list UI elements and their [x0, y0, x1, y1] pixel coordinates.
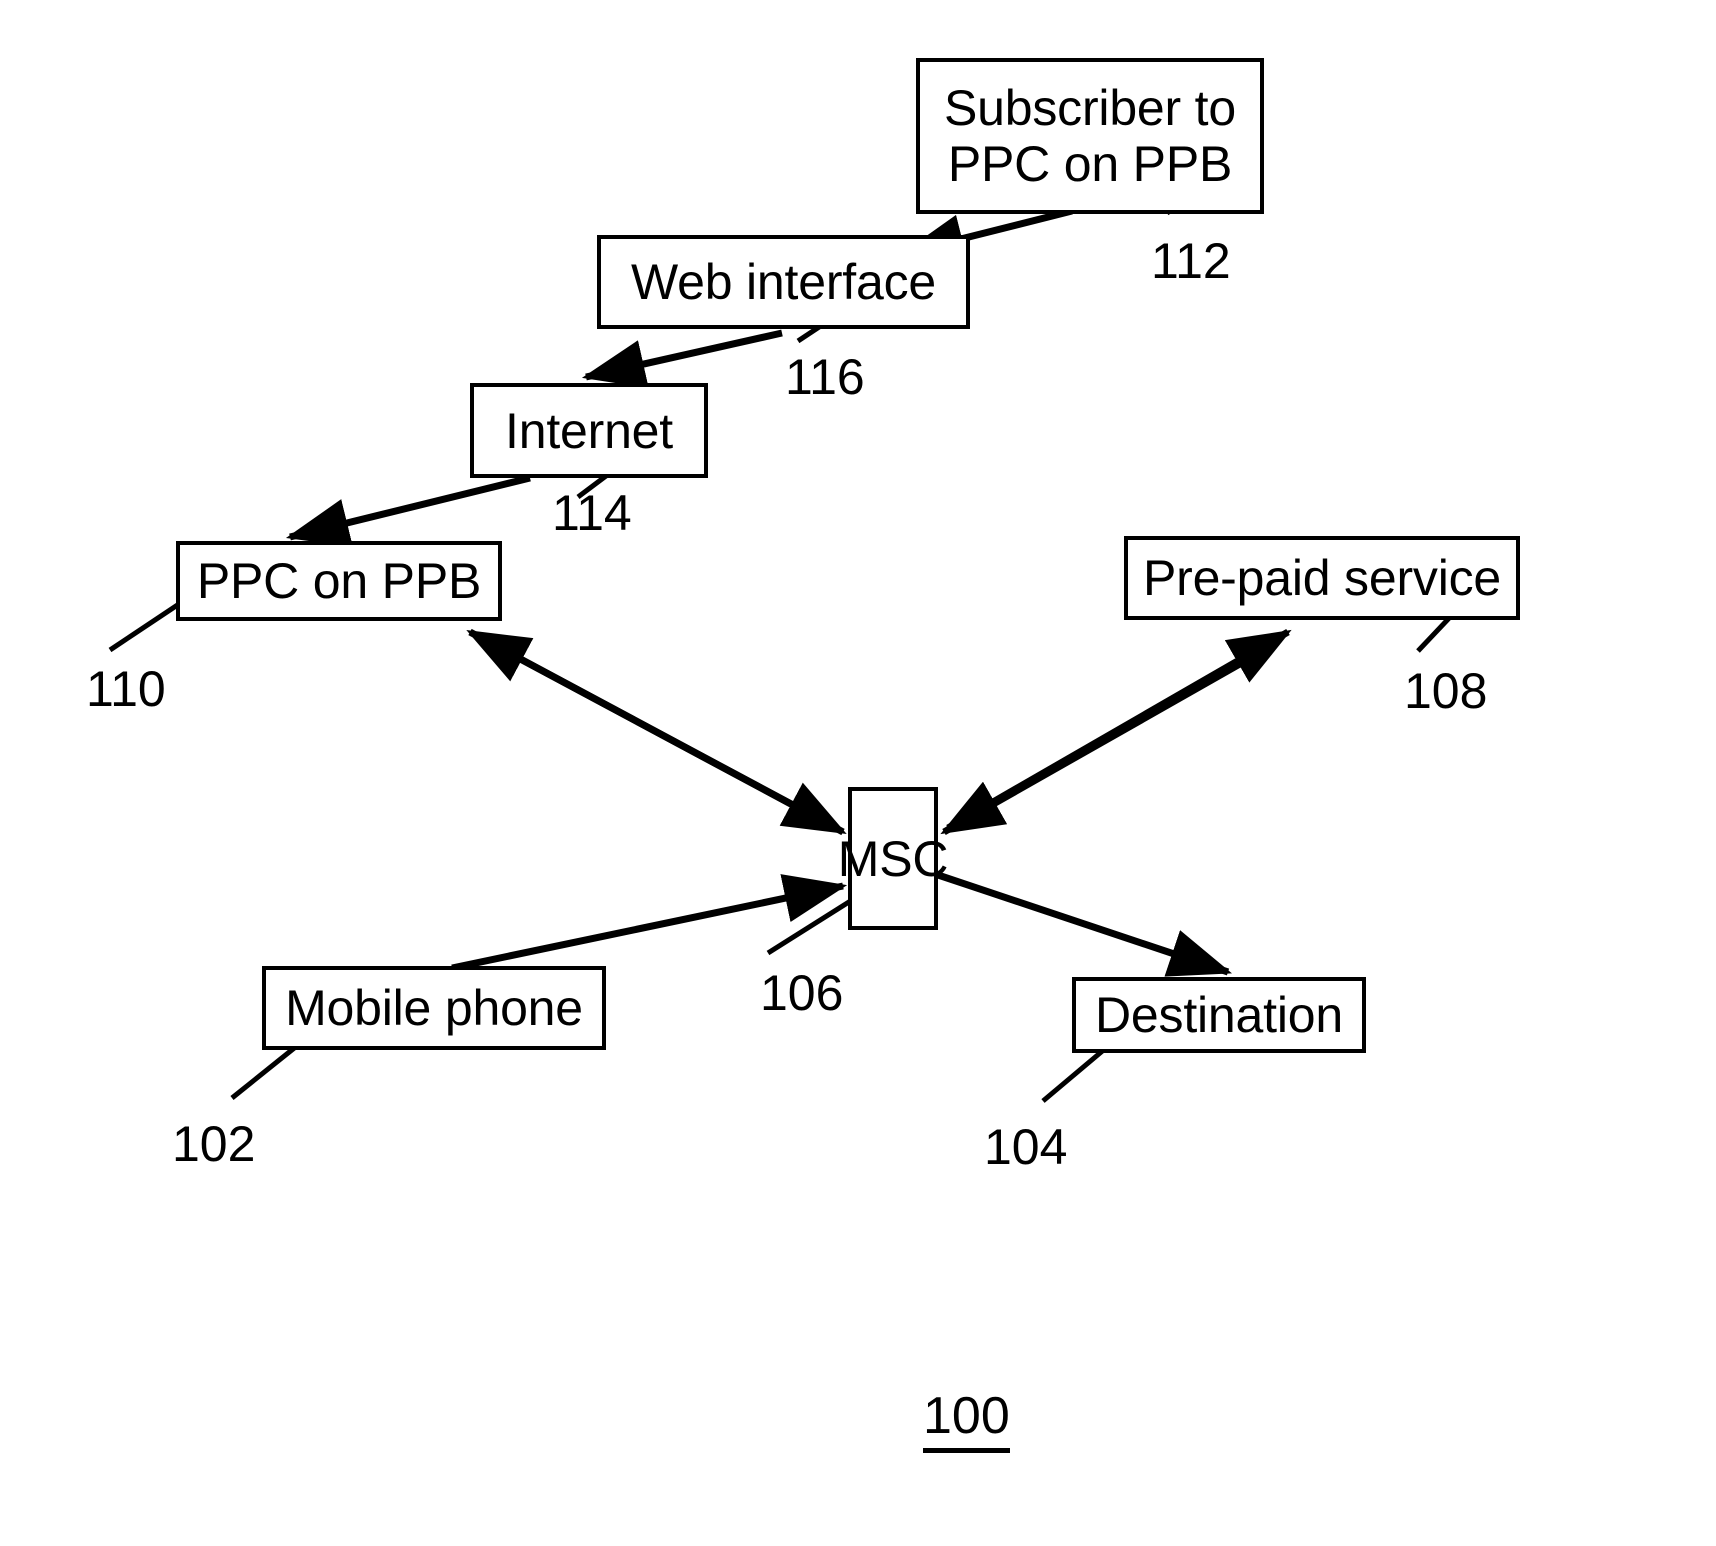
- node-destination[interactable]: Destination: [1072, 977, 1366, 1053]
- node-msc[interactable]: MSC: [838, 787, 948, 930]
- node-ppc-on-ppb[interactable]: PPC on PPB: [176, 541, 502, 621]
- reference-numeral-110: 110: [86, 661, 166, 717]
- edge-msc-to-prepaid: [946, 628, 1292, 832]
- leader-line-106: [766, 892, 862, 956]
- node-ppc-on-ppb-label: PPC on PPB: [196, 553, 482, 609]
- node-mobile-phone-label: Mobile phone: [285, 980, 583, 1036]
- node-destination-label: Destination: [1095, 987, 1343, 1043]
- node-internet-label: Internet: [505, 402, 673, 459]
- node-web-interface-label: Web interface: [631, 254, 936, 310]
- patent-figure: Subscriber to PPC on PPB Web interface I…: [0, 0, 1716, 1546]
- edge-ppc-to-msc: [498, 644, 847, 836]
- node-pre-paid-service-label: Pre-paid service: [1142, 550, 1502, 606]
- node-web-interface[interactable]: Web interface: [597, 235, 970, 329]
- edge-web-to-internet: [581, 329, 783, 389]
- edge-internet-to-ppc: [285, 474, 531, 547]
- edge-msc-to-destination: [936, 871, 1232, 977]
- edge-msc-to-ppc: [466, 628, 838, 832]
- node-internet[interactable]: Internet: [470, 383, 708, 478]
- reference-numeral-106: 106: [760, 965, 844, 1021]
- node-subscriber-label: Subscriber to PPC on PPB: [944, 80, 1236, 192]
- connector-layer: [108, 163, 1472, 1103]
- reference-numeral-104: 104: [984, 1119, 1068, 1175]
- reference-numeral-116: 116: [785, 349, 865, 405]
- edge-mobile-to-msc: [451, 874, 848, 972]
- reference-numeral-102: 102: [172, 1116, 256, 1172]
- node-mobile-phone[interactable]: Mobile phone: [262, 966, 606, 1050]
- node-msc-label: MSC: [837, 830, 949, 887]
- figure-number: 100: [923, 1386, 1010, 1453]
- reference-numeral-108: 108: [1404, 663, 1488, 719]
- reference-numeral-112: 112: [1151, 233, 1231, 289]
- edge-prepaid-to-msc: [940, 644, 1270, 836]
- node-subscriber-to-ppc-on-ppb[interactable]: Subscriber to PPC on PPB: [916, 58, 1264, 214]
- reference-numeral-114: 114: [552, 485, 632, 541]
- node-pre-paid-service[interactable]: Pre-paid service: [1124, 536, 1520, 620]
